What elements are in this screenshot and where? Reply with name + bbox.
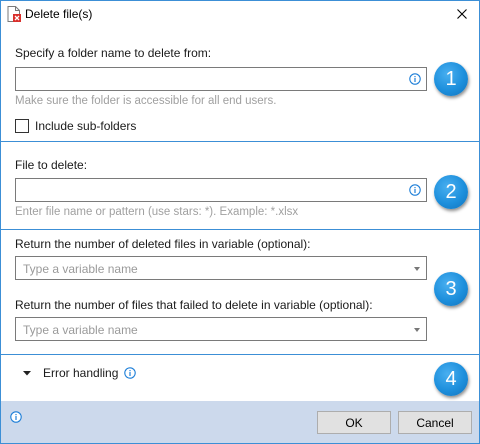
failed-count-variable-dropdown[interactable]: Type a variable name	[15, 317, 427, 341]
deleted-count-variable-dropdown[interactable]: Type a variable name	[15, 256, 427, 280]
file-input[interactable]	[20, 180, 404, 202]
variables-section: Return the number of deleted files in va…	[1, 230, 479, 355]
ok-button[interactable]: OK	[317, 411, 391, 434]
folder-hint: Make sure the folder is accessible for a…	[15, 95, 277, 107]
file-label: File to delete:	[15, 158, 88, 172]
folder-section: Specify a folder name to delete from: Ma…	[1, 27, 479, 142]
error-handling-section: Error handling 4	[1, 355, 479, 401]
step-badge-3: 3	[434, 272, 468, 306]
folder-input[interactable]	[20, 69, 404, 91]
info-icon[interactable]	[124, 367, 137, 379]
close-icon	[457, 9, 467, 19]
include-subfolders-label: Include sub-folders	[35, 119, 137, 133]
dialog-footer: OK Cancel	[1, 401, 479, 443]
info-icon[interactable]	[409, 184, 421, 196]
step-badge-1: 1	[434, 62, 468, 96]
failed-count-label: Return the number of files that failed t…	[15, 298, 373, 312]
step-badge-2: 2	[434, 175, 468, 209]
file-section: File to delete: Enter file name or patte…	[1, 142, 479, 230]
dropdown-caret-icon	[414, 328, 420, 332]
close-button[interactable]	[445, 1, 479, 27]
cancel-button[interactable]: Cancel	[398, 411, 472, 434]
title-bar: Delete file(s)	[1, 1, 479, 27]
failed-count-placeholder: Type a variable name	[23, 323, 138, 337]
deleted-count-label: Return the number of deleted files in va…	[15, 237, 311, 251]
info-icon[interactable]	[10, 411, 22, 423]
folder-field[interactable]	[15, 67, 427, 91]
step-badge-4: 4	[434, 362, 468, 396]
dropdown-caret-icon	[414, 267, 420, 271]
file-field[interactable]	[15, 178, 427, 202]
file-hint: Enter file name or pattern (use stars: *…	[15, 206, 299, 218]
deleted-count-placeholder: Type a variable name	[23, 262, 138, 276]
include-subfolders-option[interactable]: Include sub-folders	[15, 119, 136, 133]
error-handling-label: Error handling	[43, 366, 119, 380]
include-subfolders-checkbox[interactable]	[15, 119, 29, 133]
chevron-down-icon	[23, 371, 31, 376]
folder-label: Specify a folder name to delete from:	[15, 46, 212, 60]
delete-files-dialog: Delete file(s) Specify a folder name to …	[0, 0, 480, 444]
info-icon[interactable]	[409, 73, 421, 85]
window-title: Delete file(s)	[25, 7, 93, 21]
error-handling-toggle[interactable]: Error handling	[23, 366, 137, 380]
delete-file-app-icon	[7, 6, 21, 22]
